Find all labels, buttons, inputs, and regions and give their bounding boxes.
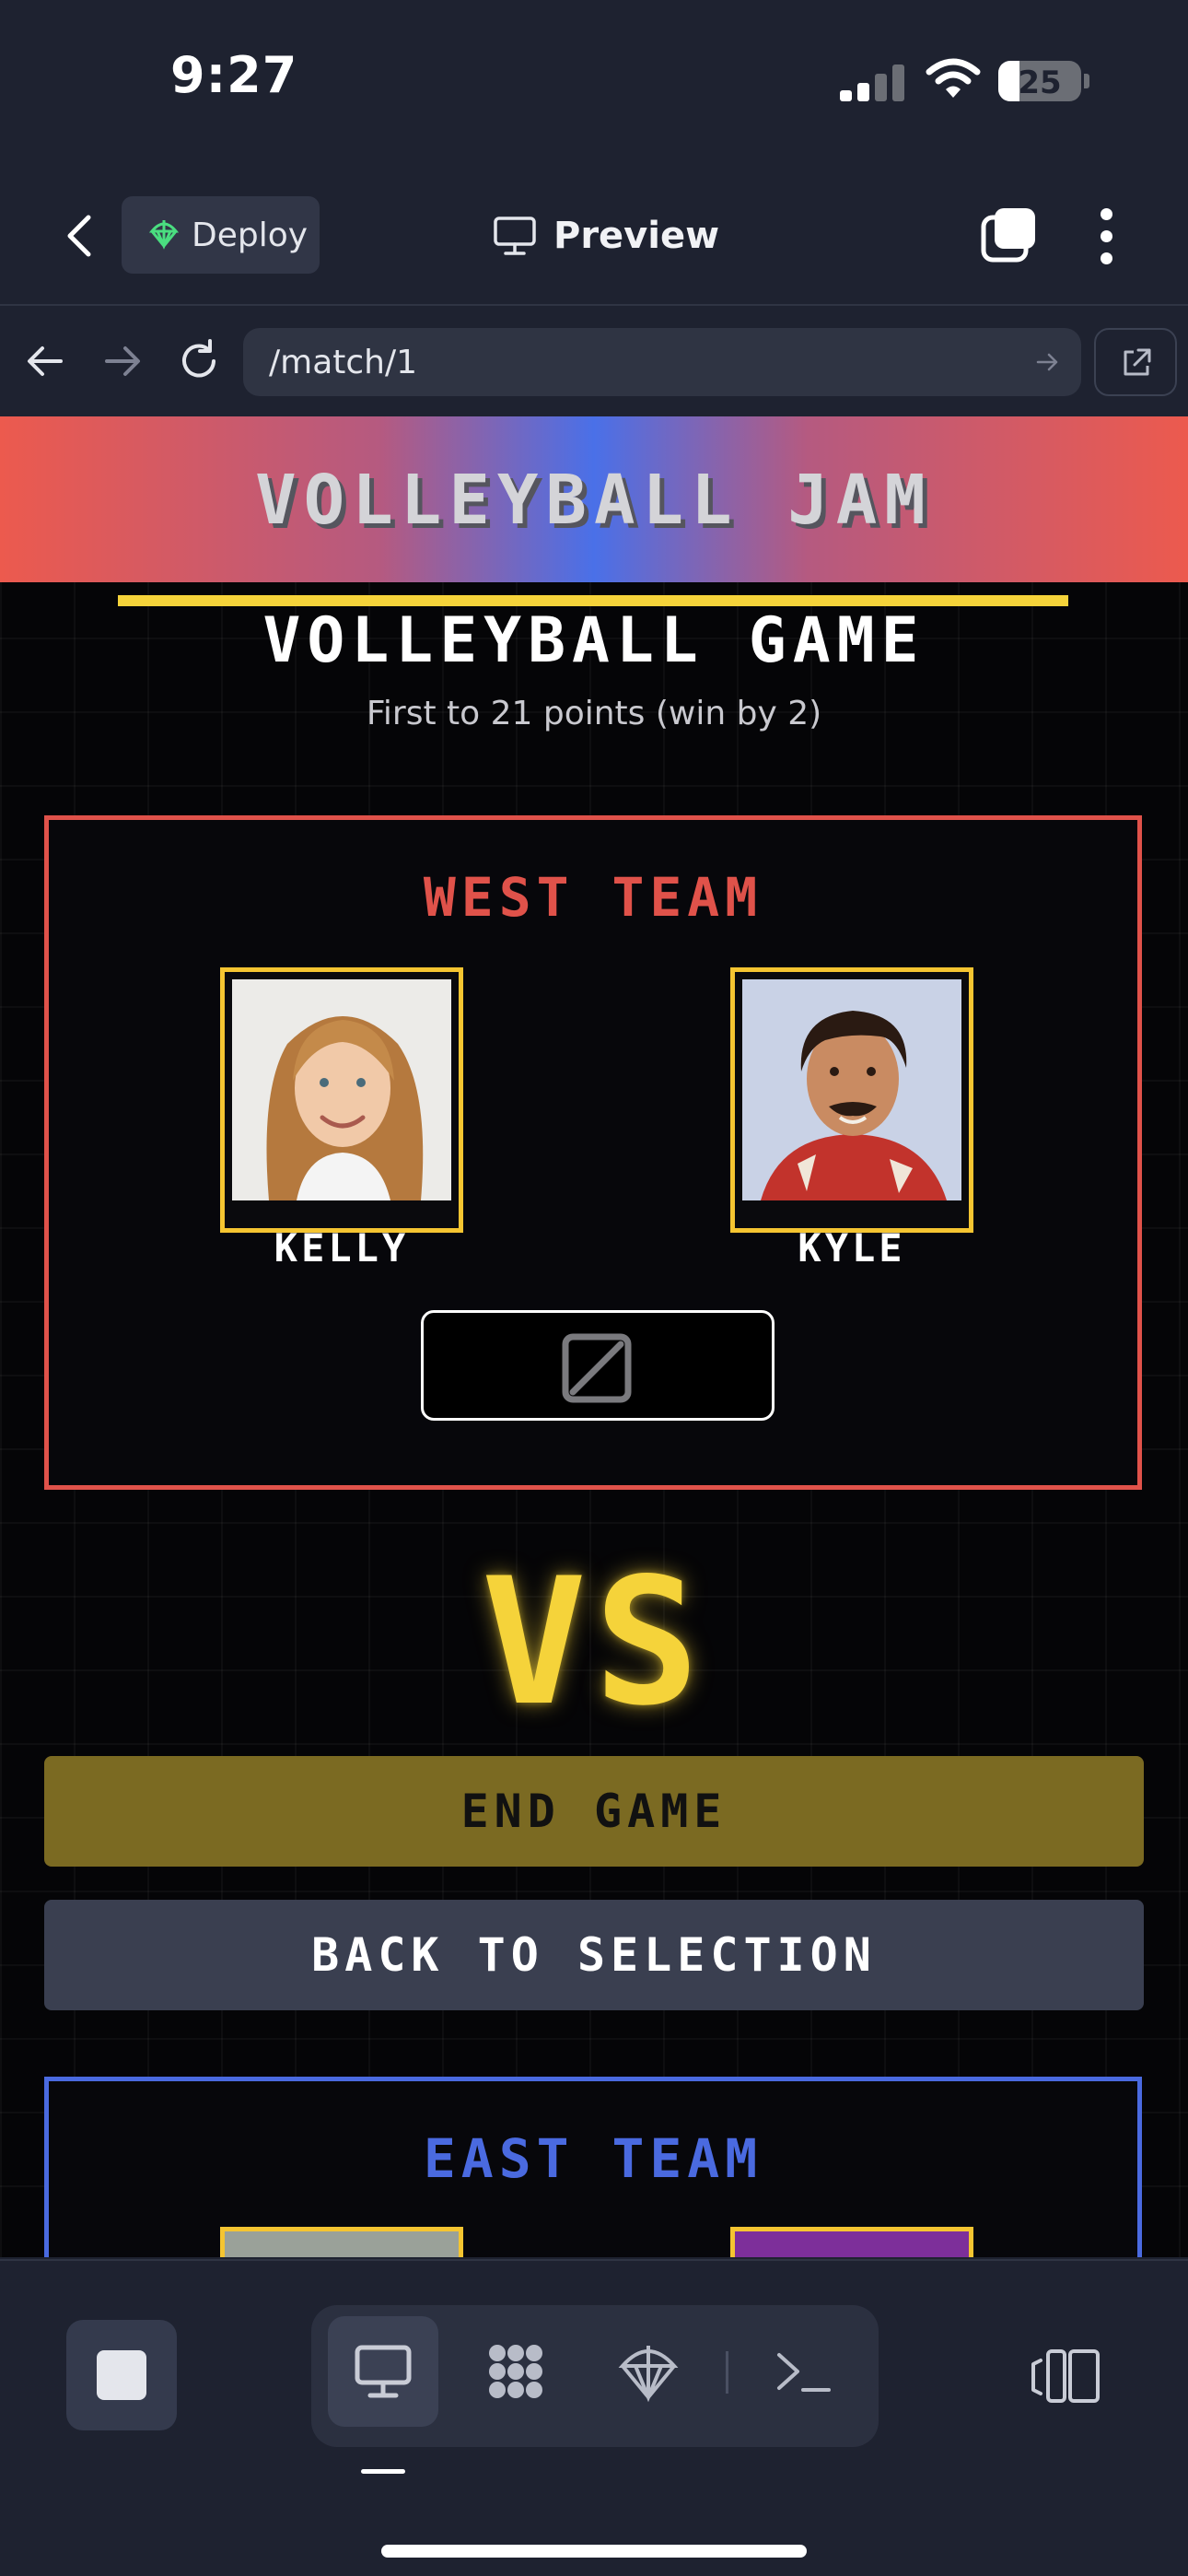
apps-tool-button[interactable] [460, 2316, 571, 2427]
forward-arrow-icon[interactable] [96, 335, 147, 387]
terminal-icon [777, 2353, 831, 2392]
west-team-card: WEST TEAM KELLY KYLE [44, 815, 1142, 1490]
stop-icon [97, 2350, 146, 2400]
player-name: KYLE [798, 1225, 906, 1270]
app-bar: Deploy Preview [0, 166, 1188, 306]
west-team-name: WEST TEAM [423, 866, 763, 929]
open-external-button[interactable] [1094, 328, 1177, 396]
game-title: VOLLEYBALL GAME [262, 604, 926, 677]
team-score-button[interactable] [421, 1310, 775, 1421]
site-brand-title: VOLLEYBALL JAM [255, 461, 933, 540]
status-bar: 9:27 25 [0, 0, 1188, 166]
battery-tip [1084, 74, 1089, 88]
url-field[interactable]: /match/1 [243, 328, 1081, 396]
battery-level: 25 [1018, 64, 1062, 101]
reload-icon[interactable] [173, 335, 225, 387]
player-photo [232, 979, 451, 1200]
status-time: 9:27 [170, 46, 298, 104]
player-name: KELLY [274, 1225, 410, 1270]
east-team-card: EAST TEAM [44, 2077, 1142, 2257]
back-arrow-icon[interactable] [20, 335, 72, 387]
active-tool-indicator [361, 2469, 405, 2474]
more-options-icon[interactable] [1098, 206, 1116, 267]
desktop-icon [355, 2345, 412, 2398]
battery-icon: 25 [998, 61, 1081, 101]
player-card[interactable]: KELLY [220, 967, 463, 1270]
url-text: /match/1 [269, 343, 418, 381]
back-to-selection-button[interactable]: BACK TO SELECTION [44, 1900, 1144, 2010]
deploy-label: Deploy [192, 216, 309, 254]
web-viewport[interactable]: VOLLEYBALL JAM VOLLEYBALL GAME First to … [0, 416, 1188, 2257]
browser-nav-bar: /match/1 [0, 308, 1188, 416]
deploy-tool-button[interactable] [593, 2316, 704, 2427]
go-arrow-icon[interactable] [1033, 348, 1061, 376]
east-team-name: EAST TEAM [423, 2127, 763, 2190]
terminal-tool-button[interactable] [748, 2316, 858, 2427]
cellular-signal-icon [840, 63, 904, 101]
desktop-tool-button[interactable] [328, 2316, 438, 2427]
site-header: VOLLEYBALL JAM [0, 416, 1188, 582]
player-photo-frame [220, 967, 463, 1233]
monitor-icon [494, 217, 536, 255]
player-photo-frame [730, 967, 973, 1233]
toolbar-separator [726, 2351, 728, 2394]
preview-title[interactable]: Preview [493, 206, 719, 265]
home-indicator[interactable] [381, 2545, 807, 2558]
back-chevron-icon[interactable] [57, 210, 103, 262]
player-photo [742, 979, 961, 1200]
vs-label: VS [481, 1540, 707, 1744]
player-card[interactable]: KYLE [730, 967, 973, 1270]
tool-group [311, 2305, 879, 2447]
external-link-icon [1124, 348, 1151, 376]
tabs-icon[interactable] [978, 205, 1039, 265]
wifi-icon [926, 58, 981, 98]
bottom-toolbar [0, 2259, 1188, 2576]
deploy-icon [149, 220, 179, 250]
preview-label: Preview [553, 215, 720, 257]
player-photo-frame[interactable] [730, 2227, 973, 2257]
player-photo-frame[interactable] [220, 2227, 463, 2257]
broken-image-icon [562, 1333, 632, 1403]
stop-button[interactable] [66, 2320, 177, 2430]
devices-icon[interactable] [1031, 2348, 1101, 2405]
apps-icon [489, 2345, 542, 2398]
end-game-button[interactable]: END GAME [44, 1756, 1144, 1867]
deploy-button[interactable]: Deploy [122, 196, 320, 274]
game-subtitle: First to 21 points (win by 2) [366, 695, 822, 732]
deploy-icon [618, 2346, 679, 2403]
